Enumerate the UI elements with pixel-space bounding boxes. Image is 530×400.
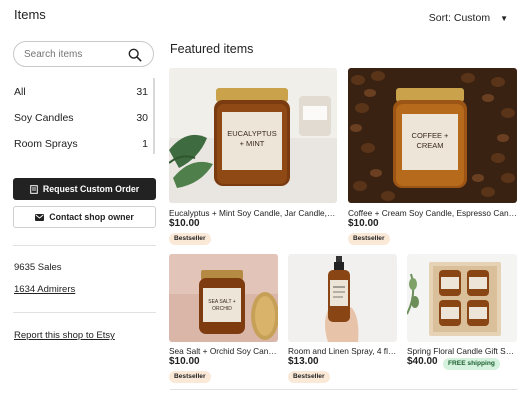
item-price: $13.00 [288, 356, 319, 367]
item-price: $40.00 [407, 356, 438, 367]
sort-dropdown[interactable]: Sort: Custom ▼ [429, 12, 508, 24]
category-item-room-sprays[interactable]: Room Sprays 1 [14, 138, 148, 150]
bestseller-badge: Bestseller [169, 233, 211, 245]
request-custom-order-label: Request Custom Order [42, 184, 140, 194]
jar-label-line1: COFFEE + [412, 131, 450, 140]
jar-label-line2: CREAM [416, 141, 443, 150]
item-price: $10.00 [169, 218, 200, 229]
jar-label-line2: + MINT [240, 139, 265, 148]
featured-item-card[interactable]: EUCALYPTUS + MINT Eucalyptus + Mint Soy … [169, 68, 337, 246]
contact-shop-owner-label: Contact shop owner [49, 212, 134, 222]
category-label: All [14, 86, 26, 98]
featured-item-card[interactable]: Room and Linen Spray, 4 fl o... $13.00 B… [288, 254, 397, 384]
featured-item-card[interactable]: Spring Floral Candle Gift Set... $40.00 … [407, 254, 517, 384]
jar-label-line1: EUCALYPTUS [227, 129, 276, 138]
category-item-soy-candles[interactable]: Soy Candles 30 [14, 112, 148, 124]
item-price: $10.00 [348, 218, 379, 229]
free-shipping-badge: FREE shipping [443, 358, 500, 370]
featured-item-card[interactable]: COFFEE + CREAM Coffee + Cream Soy Candle… [348, 68, 517, 246]
mail-icon [35, 213, 45, 221]
sort-label: Sort: Custom [428, 12, 491, 24]
category-list: All 31 Soy Candles 30 Room Sprays 1 [14, 78, 155, 154]
search-icon[interactable] [128, 48, 142, 62]
sales-count: 9635 Sales [14, 262, 62, 273]
jar-label-line2: ORCHID [212, 306, 232, 312]
contact-shop-owner-button[interactable]: Contact shop owner [13, 206, 156, 228]
category-count: 1 [142, 138, 148, 150]
search-box[interactable] [13, 41, 154, 67]
item-title[interactable]: Room and Linen Spray, 4 fl o... [288, 346, 397, 356]
divider [13, 312, 156, 313]
admirers-link[interactable]: 1634 Admirers [14, 284, 75, 295]
jar-label-line1: SEA SALT + [208, 299, 236, 305]
product-image[interactable]: EUCALYPTUS + MINT [169, 68, 337, 203]
category-item-all[interactable]: All 31 [14, 86, 148, 98]
report-shop-link[interactable]: Report this shop to Etsy [14, 330, 115, 341]
bestseller-badge: Bestseller [169, 371, 211, 383]
featured-heading: Featured items [170, 42, 254, 56]
divider [170, 389, 517, 390]
bestseller-badge: Bestseller [288, 371, 330, 383]
category-scrollbar[interactable] [153, 78, 155, 154]
document-icon [30, 184, 38, 194]
item-title[interactable]: Coffee + Cream Soy Candle, Espresso Cand… [348, 208, 517, 218]
category-count: 31 [136, 86, 148, 98]
request-custom-order-button[interactable]: Request Custom Order [13, 178, 156, 200]
product-image[interactable] [407, 254, 517, 342]
item-title[interactable]: Spring Floral Candle Gift Set... [407, 346, 517, 356]
item-price: $10.00 [169, 356, 200, 367]
product-image[interactable] [288, 254, 397, 342]
page-title: Items [14, 7, 46, 22]
caret-down-icon: ▼ [500, 13, 508, 23]
category-label: Soy Candles [14, 112, 74, 124]
divider [13, 245, 156, 246]
item-title[interactable]: Sea Salt + Orchid Soy Candl... [169, 346, 278, 356]
product-image[interactable]: SEA SALT + ORCHID [169, 254, 278, 342]
category-count: 30 [136, 112, 148, 124]
bestseller-badge: Bestseller [348, 233, 390, 245]
search-input[interactable] [24, 48, 119, 60]
featured-item-card[interactable]: SEA SALT + ORCHID Sea Salt + Orchid Soy … [169, 254, 278, 384]
product-image[interactable]: COFFEE + CREAM [348, 68, 517, 203]
item-title[interactable]: Eucalyptus + Mint Soy Candle, Jar Candle… [169, 208, 337, 218]
category-label: Room Sprays [14, 138, 78, 150]
